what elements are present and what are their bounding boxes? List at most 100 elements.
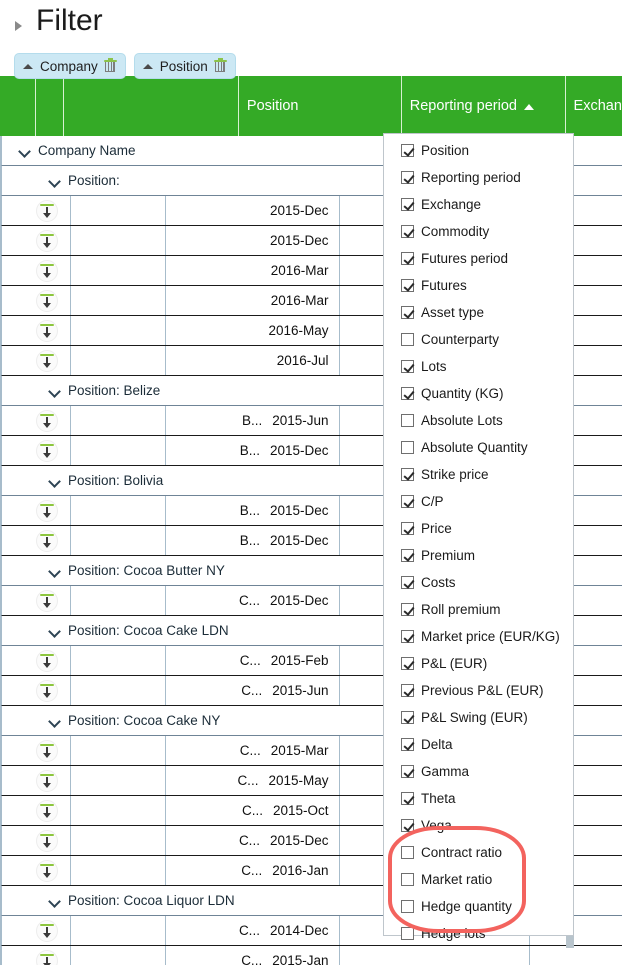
column-chooser-item[interactable]: Hedge quantity: [384, 893, 573, 920]
chevron-down-icon[interactable]: [50, 475, 61, 486]
checkbox-checked-icon[interactable]: [401, 171, 414, 184]
trash-icon[interactable]: [213, 58, 227, 73]
column-chooser-item[interactable]: Exchange: [384, 191, 573, 218]
checkbox-checked-icon[interactable]: [401, 711, 414, 724]
row-action-cell[interactable]: [2, 526, 71, 555]
checkbox-checked-icon[interactable]: [401, 657, 414, 670]
checkbox-checked-icon[interactable]: [401, 225, 414, 238]
download-icon[interactable]: [36, 499, 58, 522]
column-chooser-item[interactable]: Market price (EUR/KG): [384, 623, 573, 650]
checkbox-checked-icon[interactable]: [401, 603, 414, 616]
download-icon[interactable]: [36, 649, 58, 672]
checkbox-checked-icon[interactable]: [401, 792, 414, 805]
chevron-down-icon[interactable]: [50, 895, 61, 906]
checkbox-checked-icon[interactable]: [401, 306, 414, 319]
chevron-down-icon[interactable]: [50, 385, 61, 396]
column-header-indent-2[interactable]: [36, 76, 65, 136]
download-icon[interactable]: [36, 859, 58, 882]
row-action-cell[interactable]: [2, 406, 71, 435]
download-icon[interactable]: [36, 349, 58, 372]
row-action-cell[interactable]: [2, 496, 71, 525]
column-chooser-item[interactable]: Lots: [384, 353, 573, 380]
checkbox-unchecked-icon[interactable]: [401, 441, 414, 454]
download-icon[interactable]: [36, 439, 58, 462]
row-action-cell[interactable]: [2, 436, 71, 465]
filter-chip-company[interactable]: Company: [14, 53, 126, 79]
download-icon[interactable]: [36, 589, 58, 612]
column-chooser-item[interactable]: Premium: [384, 542, 573, 569]
column-header-reporting-period[interactable]: Reporting period: [402, 76, 566, 136]
chevron-down-icon[interactable]: [20, 145, 31, 156]
download-icon[interactable]: [36, 949, 58, 965]
checkbox-unchecked-icon[interactable]: [401, 873, 414, 886]
checkbox-checked-icon[interactable]: [401, 495, 414, 508]
column-chooser-item[interactable]: Hedge lots: [384, 920, 573, 947]
column-chooser-item[interactable]: Reporting period: [384, 164, 573, 191]
column-chooser-item[interactable]: Contract ratio: [384, 839, 573, 866]
checkbox-unchecked-icon[interactable]: [401, 333, 414, 346]
row-action-cell[interactable]: [2, 226, 71, 255]
column-chooser-item[interactable]: P&L Swing (EUR): [384, 704, 573, 731]
chevron-down-icon[interactable]: [50, 625, 61, 636]
chevron-down-icon[interactable]: [50, 565, 61, 576]
column-chooser-item[interactable]: Commodity: [384, 218, 573, 245]
checkbox-unchecked-icon[interactable]: [401, 927, 414, 940]
column-chooser-item[interactable]: Gamma: [384, 758, 573, 785]
column-header-position[interactable]: Position: [239, 76, 402, 136]
row-action-cell[interactable]: [2, 856, 71, 885]
row-action-cell[interactable]: [2, 796, 71, 825]
column-chooser-item[interactable]: Roll premium: [384, 596, 573, 623]
checkbox-unchecked-icon[interactable]: [401, 846, 414, 859]
row-action-cell[interactable]: [2, 286, 71, 315]
row-action-cell[interactable]: [2, 766, 71, 795]
download-icon[interactable]: [36, 289, 58, 312]
download-icon[interactable]: [36, 829, 58, 852]
column-chooser-item[interactable]: Counterparty: [384, 326, 573, 353]
checkbox-unchecked-icon[interactable]: [401, 900, 414, 913]
column-chooser-item[interactable]: Position: [384, 137, 573, 164]
row-action-cell[interactable]: [2, 916, 71, 945]
sort-ascending-icon[interactable]: [23, 63, 33, 69]
column-chooser-item[interactable]: Futures period: [384, 245, 573, 272]
column-chooser-item[interactable]: Delta: [384, 731, 573, 758]
row-action-cell[interactable]: [2, 586, 71, 615]
column-chooser-item[interactable]: Absolute Quantity: [384, 434, 573, 461]
column-chooser-item[interactable]: Price: [384, 515, 573, 542]
column-chooser-item[interactable]: Vega: [384, 812, 573, 839]
checkbox-unchecked-icon[interactable]: [401, 414, 414, 427]
column-chooser-item[interactable]: Previous P&L (EUR): [384, 677, 573, 704]
chevron-down-icon[interactable]: [50, 715, 61, 726]
triangle-right-icon[interactable]: [14, 21, 24, 31]
row-action-cell[interactable]: [2, 196, 71, 225]
checkbox-checked-icon[interactable]: [401, 819, 414, 832]
column-chooser-item[interactable]: Theta: [384, 785, 573, 812]
download-icon[interactable]: [36, 919, 58, 942]
column-chooser-item[interactable]: Strike price: [384, 461, 573, 488]
row-action-cell[interactable]: [2, 346, 71, 375]
column-chooser-item[interactable]: Asset type: [384, 299, 573, 326]
row-action-cell[interactable]: [2, 826, 71, 855]
checkbox-checked-icon[interactable]: [401, 522, 414, 535]
column-header-indent-1[interactable]: [0, 76, 37, 136]
download-icon[interactable]: [36, 229, 58, 252]
checkbox-checked-icon[interactable]: [401, 738, 414, 751]
row-action-cell[interactable]: [2, 946, 71, 965]
trash-icon[interactable]: [103, 58, 117, 73]
download-icon[interactable]: [36, 529, 58, 552]
table-row[interactable]: C... 2015-Jan: [1, 946, 622, 965]
checkbox-checked-icon[interactable]: [401, 252, 414, 265]
filter-chip-position[interactable]: Position: [133, 53, 236, 79]
filter-header[interactable]: Filter: [0, 0, 622, 46]
column-chooser-item[interactable]: C/P: [384, 488, 573, 515]
row-action-cell[interactable]: [2, 316, 71, 345]
sort-ascending-icon[interactable]: [142, 63, 153, 69]
column-chooser-item[interactable]: Absolute Lots: [384, 407, 573, 434]
checkbox-checked-icon[interactable]: [401, 360, 414, 373]
column-chooser-item[interactable]: Quantity (KG): [384, 380, 573, 407]
row-action-cell[interactable]: [2, 736, 71, 765]
checkbox-checked-icon[interactable]: [401, 765, 414, 778]
column-chooser-item[interactable]: P&L (EUR): [384, 650, 573, 677]
download-icon[interactable]: [36, 769, 58, 792]
row-action-cell[interactable]: [2, 676, 71, 705]
row-action-cell[interactable]: [2, 256, 71, 285]
